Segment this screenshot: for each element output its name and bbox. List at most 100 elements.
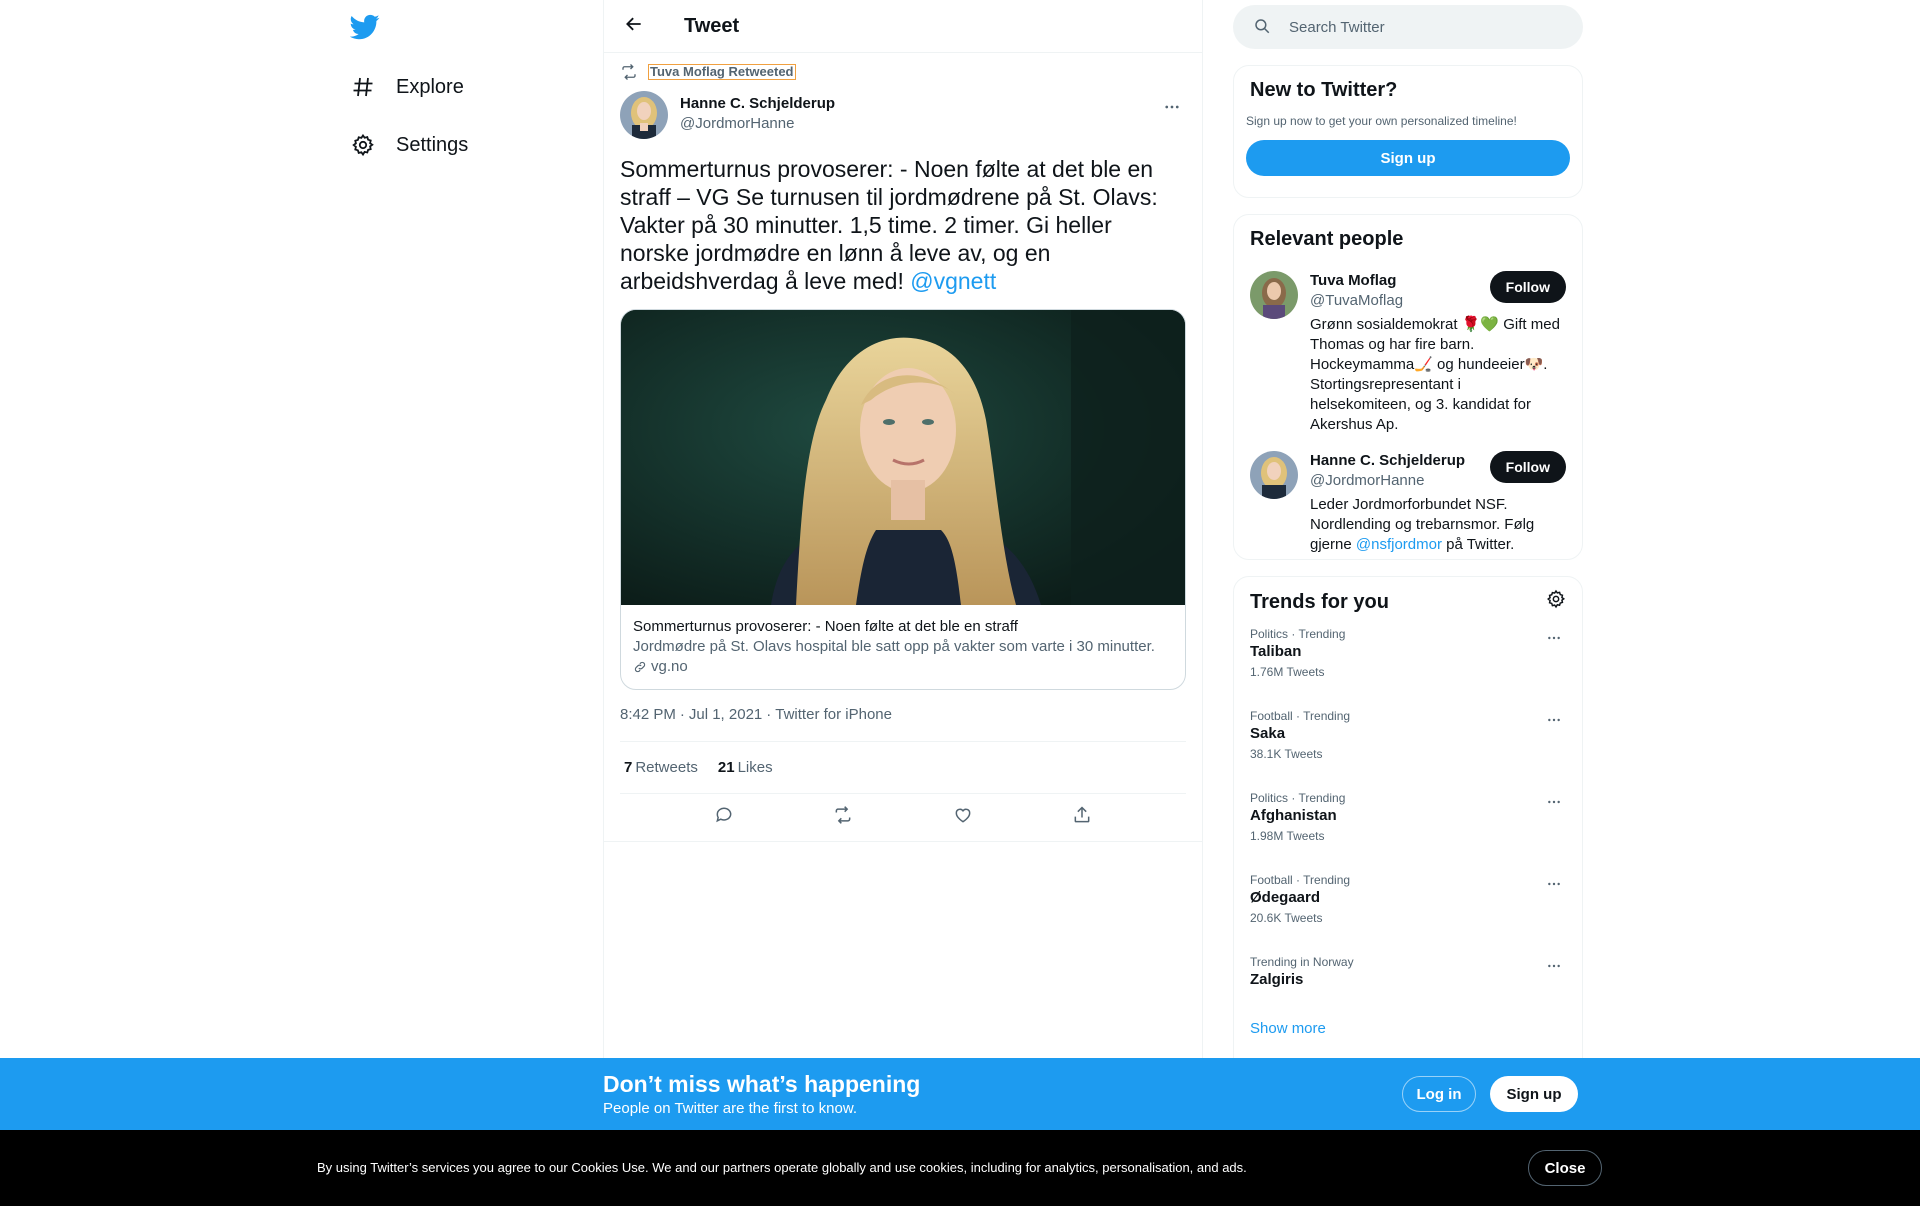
login-button[interactable]: Log in — [1402, 1076, 1476, 1112]
arrow-left-icon — [624, 14, 644, 39]
follow-button[interactable]: Follow — [1489, 451, 1566, 483]
trend-name: Afghanistan — [1250, 807, 1337, 824]
person-hanne-schjelderup[interactable]: Hanne C. Schjelderup @JordmorHanne Leder… — [1234, 451, 1582, 555]
more-dots-icon — [1546, 958, 1562, 979]
bio-mention-link[interactable]: @nsfjordmor — [1356, 536, 1442, 553]
trend-item[interactable]: Football · Trending Ødegaard 20.6K Tweet… — [1234, 860, 1582, 942]
retweets-stat[interactable]: 7 Retweets — [624, 759, 698, 776]
trend-item[interactable]: Politics · Trending Afghanistan 1.98M Tw… — [1234, 778, 1582, 860]
likes-count: 21 — [717, 759, 735, 776]
author-names: Hanne C. Schjelderup @JordmorHanne — [680, 94, 835, 134]
trend-context: Trending in Norway — [1250, 955, 1354, 969]
card-description: Jordmødre på St. Olavs hospital ble satt… — [633, 638, 1155, 655]
trend-more-button[interactable] — [1542, 956, 1566, 980]
new-to-twitter-title: New to Twitter? — [1250, 79, 1398, 101]
sidebar-signup-button[interactable]: Sign up — [1246, 140, 1570, 176]
trend-context: Football · Trending — [1250, 873, 1351, 887]
link-icon — [633, 660, 647, 674]
tweet-actions — [604, 794, 1202, 842]
banner-subtitle: People on Twitter are the first to know. — [603, 1100, 858, 1117]
trend-context: Politics · Trending — [1250, 627, 1346, 641]
trend-name: Saka — [1250, 725, 1286, 742]
person-bio: Leder Jordmorforbundet NSF. Nordlending … — [1310, 495, 1560, 555]
tweet-time[interactable]: 8:42 PM — [620, 706, 676, 723]
person-bio: Grønn sosialdemokrat 🌹💚 Gift med Thomas … — [1310, 316, 1560, 433]
like-button[interactable] — [945, 800, 981, 836]
twitter-bird-icon[interactable] — [349, 12, 382, 44]
reply-icon — [714, 805, 734, 830]
likes-stat[interactable]: 21 Likes — [718, 759, 773, 776]
link-card[interactable]: Sommerturnus provoserer: - Noen følte at… — [620, 309, 1186, 690]
card-domain: vg.no — [633, 657, 1173, 677]
trend-name: Zalgiris — [1250, 971, 1304, 988]
avatar[interactable] — [1250, 451, 1298, 499]
trends-title: Trends for you — [1250, 590, 1389, 613]
more-dots-icon — [1546, 712, 1562, 733]
more-dots-icon — [1546, 876, 1562, 897]
trend-context: Politics · Trending — [1250, 791, 1346, 805]
tweet-body: Sommerturnus provoserer: - Noen følte at… — [620, 156, 1158, 294]
trend-context: Football · Trending — [1250, 709, 1351, 723]
search-box[interactable] — [1233, 5, 1583, 49]
main-column: Tweet Tuva Moflag Retweeted Hanne C. Sch… — [603, 0, 1203, 1206]
nav-label-settings: Settings — [396, 133, 469, 156]
trends-header: Trends for you — [1234, 577, 1582, 614]
search-input[interactable] — [1289, 18, 1549, 36]
tweet-header: Tweet — [604, 0, 1202, 53]
share-button[interactable] — [1064, 800, 1100, 836]
trend-item[interactable]: Football · Trending Saka 38.1K Tweets — [1234, 696, 1582, 778]
card-title: Sommerturnus provoserer: - Noen følte at… — [633, 618, 1018, 635]
person-tuva-moflag[interactable]: Tuva Moflag @TuvaMoflag Grønn sosialdemo… — [1234, 271, 1582, 435]
follow-button[interactable]: Follow — [1489, 271, 1566, 303]
tweet-source[interactable]: Twitter for iPhone — [775, 706, 892, 723]
cookie-banner: By using Twitter’s services you agree to… — [0, 1130, 1920, 1206]
tweet: Tuva Moflag Retweeted Hanne C. Schjelder… — [604, 61, 1202, 842]
mention-link[interactable]: @vgnett — [910, 268, 996, 294]
retweeted-by-link[interactable]: Tuva Moflag Retweeted — [648, 64, 796, 80]
author-name[interactable]: Hanne C. Schjelderup — [680, 94, 835, 114]
retweets-count: 7 — [624, 759, 633, 776]
cookie-close-button[interactable]: Close — [1528, 1150, 1602, 1186]
trend-item[interactable]: Politics · Trending Taliban 1.76M Tweets — [1234, 614, 1582, 696]
nav-item-explore[interactable]: Explore — [350, 65, 464, 109]
back-button[interactable] — [616, 8, 652, 44]
author-handle[interactable]: @JordmorHanne — [680, 114, 835, 134]
trend-name: Taliban — [1250, 643, 1302, 660]
cookie-text: By using Twitter’s services you agree to… — [317, 1160, 1247, 1175]
retweet-button[interactable] — [825, 800, 861, 836]
tweet-meta: 8:42 PM · Jul 1, 2021 · Twitter for iPhone — [620, 706, 892, 723]
signup-button[interactable]: Sign up — [1490, 1076, 1578, 1112]
show-more-link[interactable]: Show more — [1234, 1006, 1582, 1051]
more-dots-icon — [1546, 794, 1562, 815]
tweet-author: Hanne C. Schjelderup @JordmorHanne — [620, 91, 1186, 139]
share-icon — [1072, 805, 1092, 830]
nav-label-explore: Explore — [396, 75, 464, 98]
gear-icon — [350, 132, 376, 158]
banner-title: Don’t miss what’s happening — [603, 1071, 921, 1097]
trend-count: 20.6K Tweets — [1250, 911, 1323, 925]
trend-count: 1.98M Tweets — [1250, 829, 1325, 843]
trend-item[interactable]: Trending in Norway Zalgiris — [1234, 942, 1582, 1006]
nav-item-settings[interactable]: Settings — [350, 123, 468, 167]
retweet-icon — [620, 63, 638, 81]
trend-more-button[interactable] — [1542, 628, 1566, 652]
new-to-twitter-panel: New to Twitter? Sign up now to get your … — [1233, 65, 1583, 198]
bio-text-end: på Twitter. — [1446, 536, 1515, 553]
trend-count: 38.1K Tweets — [1250, 747, 1323, 761]
tweet-date[interactable]: Jul 1, 2021 — [689, 706, 762, 723]
trends-panel: Trends for you Politics · Trending Talib… — [1233, 576, 1583, 1076]
more-dots-icon — [1546, 630, 1562, 651]
hashtag-icon — [350, 74, 376, 100]
retweet-indicator: Tuva Moflag Retweeted — [620, 61, 1186, 83]
gear-icon[interactable] — [1546, 589, 1566, 614]
trend-more-button[interactable] — [1542, 710, 1566, 734]
avatar[interactable] — [620, 91, 668, 139]
likes-label: Likes — [737, 759, 773, 776]
avatar[interactable] — [1250, 271, 1298, 319]
relevant-people-title: Relevant people — [1250, 228, 1404, 250]
reply-button[interactable] — [706, 800, 742, 836]
heart-icon — [953, 805, 973, 830]
trend-more-button[interactable] — [1542, 792, 1566, 816]
trend-more-button[interactable] — [1542, 874, 1566, 898]
more-options-button[interactable] — [1158, 95, 1186, 123]
